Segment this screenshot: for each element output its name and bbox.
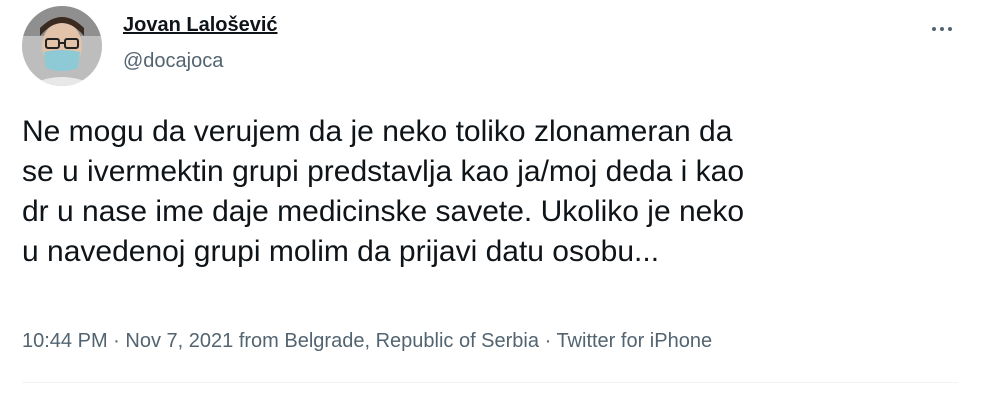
divider (22, 382, 958, 383)
meta-separator: · (113, 330, 120, 352)
meta-from: from (238, 330, 279, 352)
tweet-meta: 10:44 PM · Nov 7, 2021 from Belgrade, Re… (22, 330, 712, 353)
meta-separator: · (544, 330, 552, 352)
tweet-date[interactable]: Nov 7, 2021 (125, 330, 233, 352)
tweet-source[interactable]: Twitter for iPhone (556, 330, 712, 352)
author-name[interactable]: Jovan Lalošević (123, 14, 278, 37)
tweet-time[interactable]: 10:44 PM (22, 330, 108, 352)
tweet-text-line: u navedenoj grupi molim da prijavi datu … (22, 235, 660, 268)
tweet-text-line: dr u nase ime daje medicinske savete. Uk… (22, 195, 745, 228)
more-options-icon[interactable] (926, 14, 962, 42)
tweet-text-line: Ne mogu da verujem da je neko toliko zlo… (22, 115, 733, 148)
avatar[interactable] (22, 6, 102, 86)
profile-photo-icon (22, 6, 102, 86)
tweet-location[interactable]: Belgrade, Republic of Serbia (284, 330, 539, 352)
tweet-text: Ne mogu da verujem da je neko toliko zlo… (22, 112, 972, 272)
tweet: Jovan Lalošević @docajoca Ne mogu da ver… (0, 0, 1000, 401)
tweet-text-line: se u ivermektin grupi predstavlja kao ja… (22, 155, 745, 188)
author-handle[interactable]: @docajoca (123, 50, 223, 73)
